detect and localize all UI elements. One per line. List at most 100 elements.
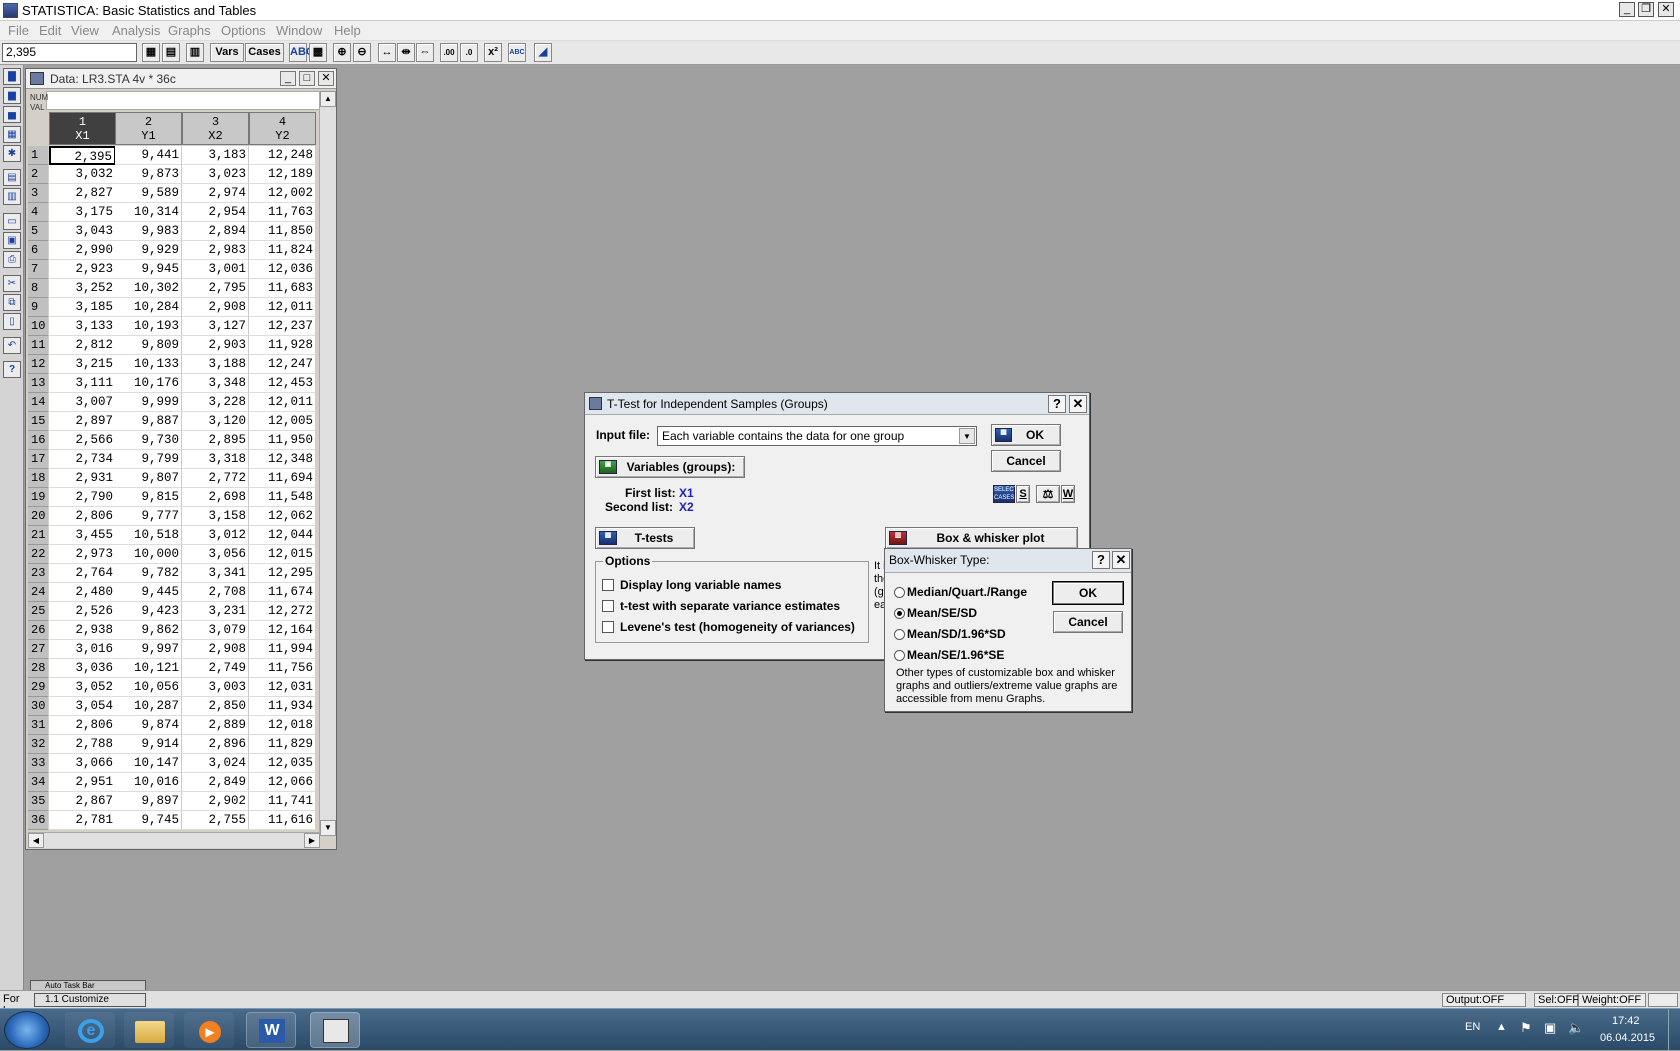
data-cell[interactable]: 3,052 xyxy=(49,678,116,697)
data-cell[interactable]: 9,914 xyxy=(115,735,182,754)
column-narrow-icon[interactable]: ⇹ xyxy=(397,43,415,62)
data-cell[interactable]: 11,994 xyxy=(249,640,316,659)
data-cell[interactable]: 3,228 xyxy=(182,393,249,412)
data-cell[interactable]: 3,215 xyxy=(49,355,116,374)
open-icon[interactable]: ▭ xyxy=(3,213,21,230)
stats-icon[interactable]: ▦ xyxy=(142,43,160,62)
cell-edit-field[interactable] xyxy=(46,91,336,110)
data-cell[interactable]: 3,341 xyxy=(182,564,249,583)
data-cell[interactable]: 9,929 xyxy=(115,241,182,260)
internet-explorer-icon[interactable]: e xyxy=(65,1012,115,1048)
data-cell[interactable]: 3,185 xyxy=(49,298,116,317)
data-cell[interactable]: 12,062 xyxy=(249,507,316,526)
data-cell[interactable]: 12,453 xyxy=(249,374,316,393)
data-cell[interactable]: 3,133 xyxy=(49,317,116,336)
data-cell[interactable]: 2,908 xyxy=(182,640,249,659)
menu-analysis[interactable]: Analysis xyxy=(112,23,160,38)
data-cell[interactable]: 3,348 xyxy=(182,374,249,393)
volume-icon[interactable]: 🔈 xyxy=(1568,1020,1584,1036)
row-number[interactable]: 31 xyxy=(28,716,48,735)
data-cell[interactable]: 10,056 xyxy=(115,678,182,697)
data-cell[interactable]: 12,237 xyxy=(249,317,316,336)
menu-view[interactable]: View xyxy=(71,23,99,38)
data-cell[interactable]: 12,011 xyxy=(249,298,316,317)
data-cell[interactable]: 9,983 xyxy=(115,222,182,241)
data-cell[interactable]: 11,741 xyxy=(249,792,316,811)
data-cell[interactable]: 9,815 xyxy=(115,488,182,507)
weight-button[interactable]: W xyxy=(1061,485,1075,503)
customize-item[interactable]: 1.1 Customize xyxy=(34,993,146,1007)
data-cell[interactable]: 9,441 xyxy=(115,146,182,165)
data-cell[interactable]: 12,018 xyxy=(249,716,316,735)
help-icon[interactable]: ? xyxy=(3,361,21,378)
cell-reference-input[interactable]: 2,395 xyxy=(2,43,137,62)
data-cell[interactable]: 11,934 xyxy=(249,697,316,716)
data-cell[interactable]: 9,799 xyxy=(115,450,182,469)
chevron-down-icon[interactable]: ▼ xyxy=(959,428,975,444)
data-cell[interactable]: 3,001 xyxy=(182,260,249,279)
data-cell[interactable]: 9,807 xyxy=(115,469,182,488)
row-number[interactable]: 36 xyxy=(28,811,48,830)
row-number[interactable]: 3 xyxy=(28,184,48,203)
statistica-taskbar-icon[interactable] xyxy=(310,1012,360,1048)
data-cell[interactable]: 12,066 xyxy=(249,773,316,792)
data-cell[interactable]: 9,730 xyxy=(115,431,182,450)
word-taskbar-icon[interactable]: W xyxy=(246,1012,296,1048)
data-cell[interactable]: 12,164 xyxy=(249,621,316,640)
data-cell[interactable]: 9,745 xyxy=(115,811,182,830)
data-cell[interactable]: 9,423 xyxy=(115,602,182,621)
close-icon[interactable]: ✕ xyxy=(318,71,334,86)
data-cell[interactable]: 3,054 xyxy=(49,697,116,716)
row-number[interactable]: 15 xyxy=(28,412,48,431)
data-cell[interactable]: 2,983 xyxy=(182,241,249,260)
data-cell[interactable]: 11,616 xyxy=(249,811,316,830)
data-cell[interactable]: 2,867 xyxy=(49,792,116,811)
data-cell[interactable]: 3,023 xyxy=(182,165,249,184)
row-number[interactable]: 14 xyxy=(28,393,48,412)
data-cell[interactable]: 2,749 xyxy=(182,659,249,678)
data-cell[interactable]: 2,812 xyxy=(49,336,116,355)
data-cell[interactable]: 3,012 xyxy=(182,526,249,545)
data-cell[interactable]: 3,016 xyxy=(49,640,116,659)
show-desktop-button[interactable] xyxy=(1668,1009,1680,1051)
row-number[interactable]: 17 xyxy=(28,450,48,469)
data-cell[interactable]: 10,147 xyxy=(115,754,182,773)
row-number[interactable]: 2 xyxy=(28,165,48,184)
data-cell[interactable]: 9,445 xyxy=(115,583,182,602)
formula-icon[interactable]: x² xyxy=(484,43,502,62)
menu-edit[interactable]: Edit xyxy=(39,23,61,38)
data-cell[interactable]: 2,790 xyxy=(49,488,116,507)
row-number[interactable]: 10 xyxy=(28,317,48,336)
close-icon[interactable]: ✕ xyxy=(1658,2,1674,17)
regression-icon[interactable]: ▆ xyxy=(3,87,21,104)
select-cases-icon[interactable]: SELECT CASES xyxy=(993,485,1017,503)
row-number[interactable]: 5 xyxy=(28,222,48,241)
input-file-select[interactable]: Each variable contains the data for one … xyxy=(657,426,977,446)
vertical-scrollbar[interactable]: ▲ ▼ xyxy=(319,91,336,836)
column-width-icon[interactable]: ↔ xyxy=(378,43,396,62)
network-icon[interactable]: ✱ xyxy=(3,145,21,162)
data-cell[interactable]: 12,247 xyxy=(249,355,316,374)
data-cell[interactable]: 2,827 xyxy=(49,184,116,203)
data-cell[interactable]: 11,756 xyxy=(249,659,316,678)
row-number[interactable]: 13 xyxy=(28,374,48,393)
data-cell[interactable]: 2,781 xyxy=(49,811,116,830)
help-icon[interactable]: ? xyxy=(1048,395,1066,413)
data-cell[interactable]: 3,007 xyxy=(49,393,116,412)
menu-graphs[interactable]: Graphs xyxy=(168,23,211,38)
data-cell[interactable]: 3,158 xyxy=(182,507,249,526)
data-cell[interactable]: 12,031 xyxy=(249,678,316,697)
data-cell[interactable]: 10,302 xyxy=(115,279,182,298)
row-number[interactable]: 21 xyxy=(28,526,48,545)
data-cell[interactable]: 10,133 xyxy=(115,355,182,374)
box-type-radio[interactable] xyxy=(894,608,905,619)
data-cell[interactable]: 12,002 xyxy=(249,184,316,203)
data-cell[interactable]: 3,032 xyxy=(49,165,116,184)
data-cell[interactable]: 3,036 xyxy=(49,659,116,678)
data-cell[interactable]: 9,809 xyxy=(115,336,182,355)
row-number[interactable]: 7 xyxy=(28,260,48,279)
data-cell[interactable]: 2,755 xyxy=(182,811,249,830)
data-cell[interactable]: 3,003 xyxy=(182,678,249,697)
data-cell[interactable]: 3,252 xyxy=(49,279,116,298)
zoom-in-icon[interactable]: ⊕ xyxy=(333,43,351,62)
